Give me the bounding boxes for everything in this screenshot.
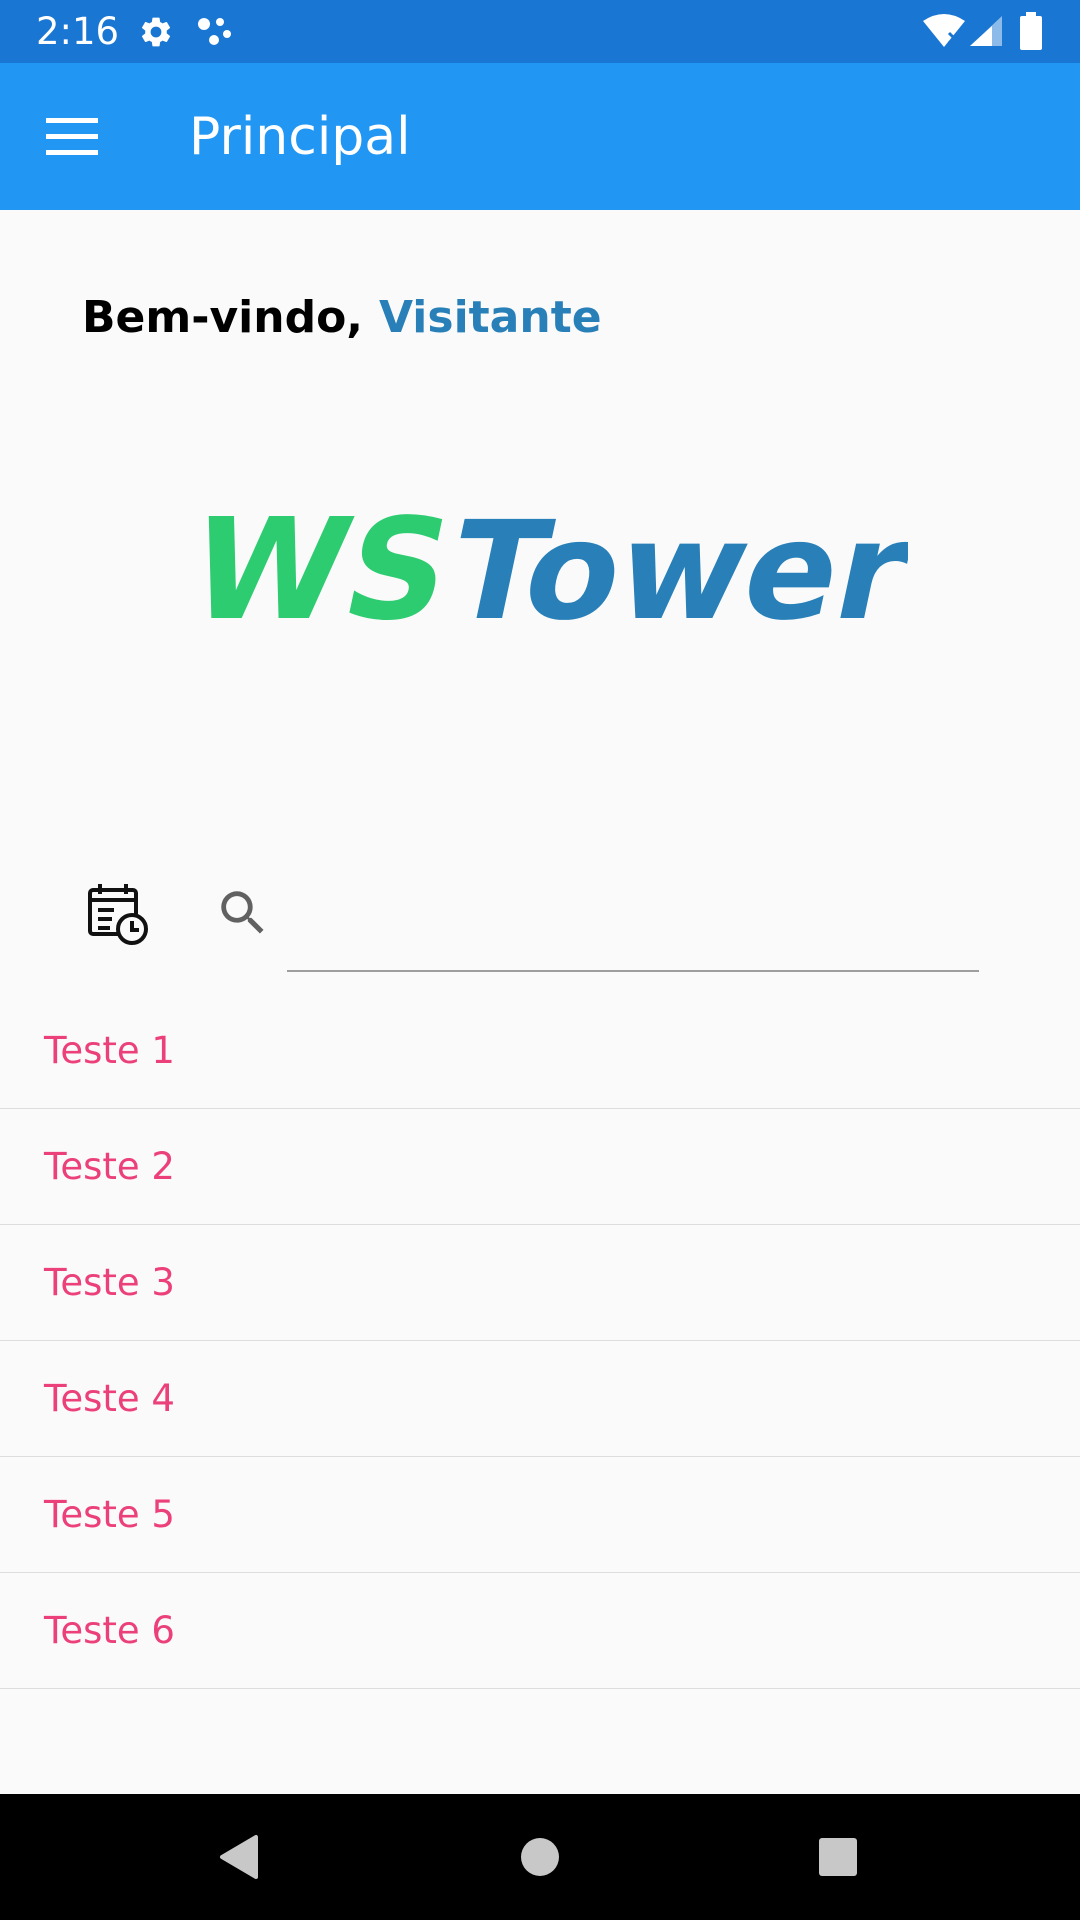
logo-ws-text: WS [178, 500, 465, 640]
system-navigation-bar [0, 1794, 1080, 1920]
assistant-dots-icon [196, 14, 236, 55]
welcome-user-name: Visitante [379, 292, 602, 343]
list-item-label: Teste 3 [44, 1261, 175, 1304]
list-item[interactable]: Teste 6 [0, 1573, 1080, 1689]
signal-icon [968, 14, 1004, 53]
wifi-icon [922, 13, 966, 54]
status-time: 2:16 [36, 10, 120, 53]
recents-button[interactable] [798, 1822, 878, 1892]
app-bar: Principal [0, 63, 1080, 210]
list-item-label: Teste 2 [44, 1145, 175, 1188]
hamburger-menu-icon [46, 118, 98, 155]
search-input[interactable] [287, 872, 979, 972]
gear-icon [138, 14, 174, 55]
back-icon [220, 1835, 258, 1879]
list-item-label: Teste 6 [44, 1609, 175, 1652]
app-screen: 2:16 Principal Bem-vindo, Visitante WS T… [0, 0, 1080, 1920]
home-icon [521, 1838, 559, 1876]
list-item-label: Teste 1 [44, 1029, 175, 1072]
logo-tower-text: Tower [436, 500, 908, 640]
list-item[interactable]: Teste 5 [0, 1457, 1080, 1573]
welcome-message: Bem-vindo, Visitante [82, 292, 602, 344]
list-item[interactable]: Teste 4 [0, 1341, 1080, 1457]
item-list: Teste 1 Teste 2 Teste 3 Teste 4 Teste 5 … [0, 993, 1080, 1689]
menu-button[interactable] [32, 101, 112, 173]
search-icon [214, 884, 272, 942]
calendar-clock-icon [88, 884, 148, 945]
status-bar: 2:16 [0, 0, 1080, 63]
list-item-label: Teste 5 [44, 1493, 175, 1536]
recents-icon [819, 1838, 857, 1876]
calendar-clock-button[interactable] [86, 882, 150, 946]
list-item[interactable]: Teste 1 [0, 993, 1080, 1109]
ws-tower-logo: WS Tower [178, 500, 908, 640]
back-button[interactable] [198, 1822, 278, 1892]
list-item-label: Teste 4 [44, 1377, 175, 1420]
page-title: Principal [189, 107, 411, 167]
battery-icon [1020, 12, 1042, 55]
home-button[interactable] [500, 1822, 580, 1892]
welcome-label: Bem-vindo, [82, 292, 364, 343]
list-item[interactable]: Teste 2 [0, 1109, 1080, 1225]
list-item[interactable]: Teste 3 [0, 1225, 1080, 1341]
